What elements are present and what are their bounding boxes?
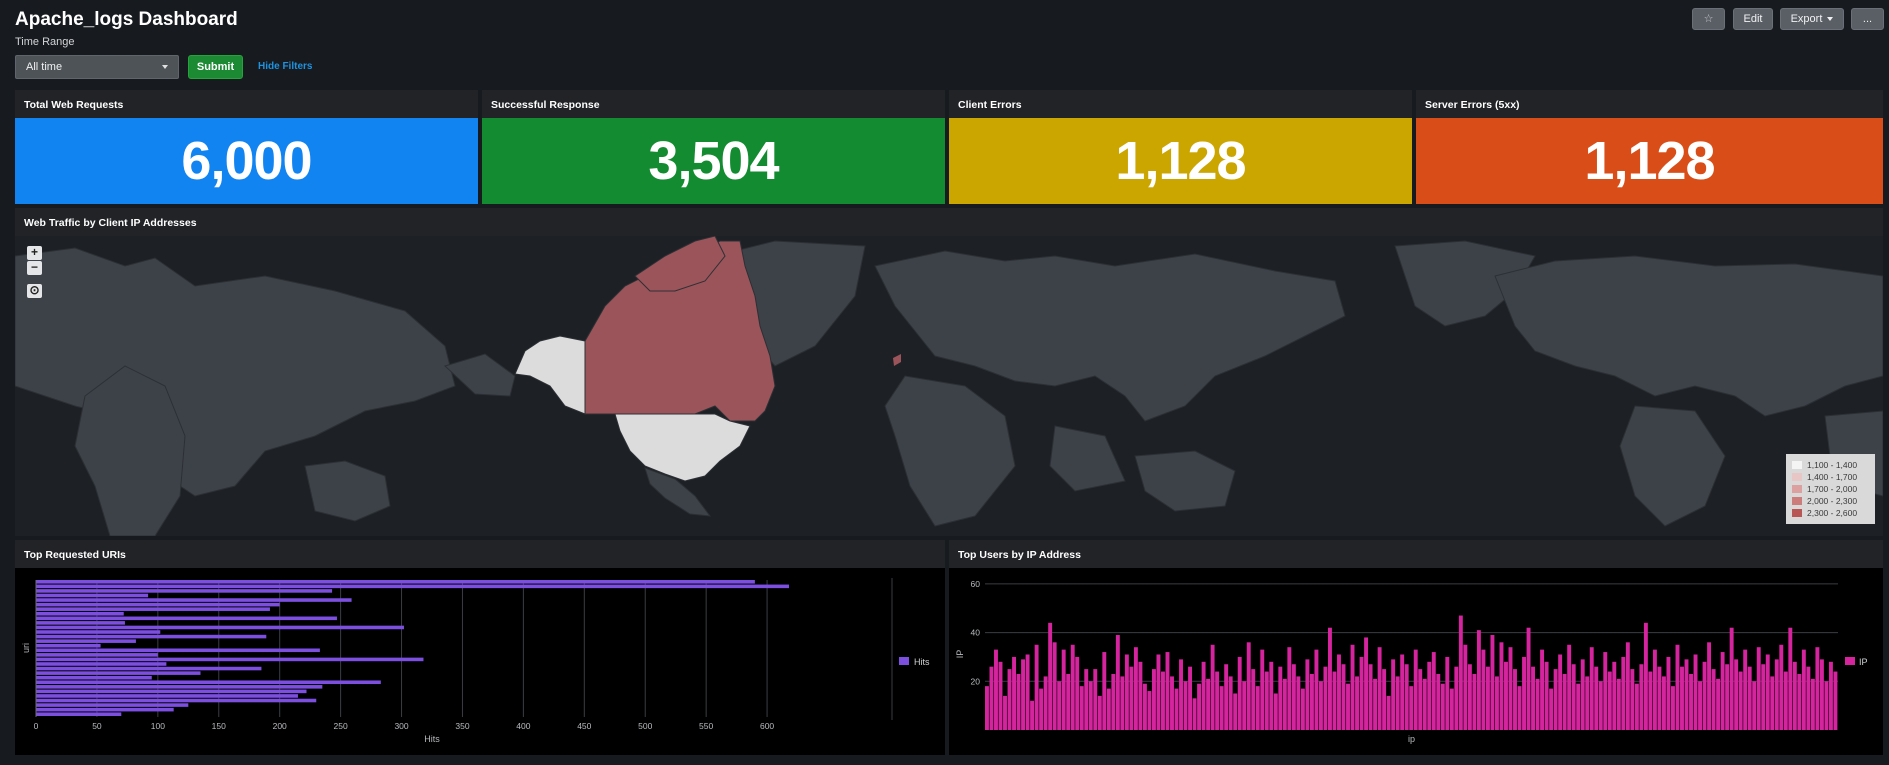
star-icon[interactable]: ☆ [1692,8,1725,30]
legend-swatch [1792,497,1802,505]
time-range-value: All time [26,61,63,73]
zoom-in-button[interactable]: + [27,246,42,260]
chevron-down-icon [162,65,168,69]
kpi-panel-successful-response: Successful Response 3,504 [482,90,945,204]
export-button[interactable]: Export [1780,8,1844,30]
top-uris-panel: Top Requested URIs [15,540,945,755]
map-canvas[interactable] [15,236,1883,536]
map-title: Web Traffic by Client IP Addresses [24,217,197,229]
legend-swatch [1792,509,1802,517]
legend-label: 2,000 - 2,300 [1807,496,1858,506]
legend-label: 1,400 - 1,700 [1807,472,1858,482]
kpi-title: Successful Response [491,99,600,111]
kpi-value: 3,504 [482,118,945,204]
submit-button[interactable]: Submit [188,55,243,79]
zoom-out-button[interactable]: − [27,261,42,275]
time-range-dropdown[interactable]: All time [15,55,179,79]
choropleth-map[interactable]: + − ⊙ 1,100 - 1,400 1,400 - 1,700 1,700 … [15,236,1883,536]
legend-swatch [1792,485,1802,493]
legend-swatch [1792,473,1802,481]
kpi-value: 1,128 [1416,118,1883,204]
kpi-value: 6,000 [15,118,478,204]
legend-row: 1,100 - 1,400 [1792,459,1869,471]
legend-label: 1,700 - 2,000 [1807,484,1858,494]
legend-row: 1,700 - 2,000 [1792,483,1869,495]
legend-row: 1,400 - 1,700 [1792,471,1869,483]
more-options-button[interactable]: ... [1851,8,1884,30]
kpi-title: Total Web Requests [24,99,124,111]
top-users-panel: Top Users by IP Address [949,540,1883,755]
hide-filters-link[interactable]: Hide Filters [258,61,312,72]
legend-swatch [1792,461,1802,469]
map-legend: 1,100 - 1,400 1,400 - 1,700 1,700 - 2,00… [1786,454,1875,524]
kpi-panel-client-errors: Client Errors 1,128 [949,90,1412,204]
kpi-title: Client Errors [958,99,1022,111]
legend-row: 2,300 - 2,600 [1792,507,1869,519]
kpi-title: Server Errors (5xx) [1425,99,1520,111]
reset-view-icon[interactable]: ⊙ [27,284,42,298]
kpi-value: 1,128 [949,118,1412,204]
chart-title: Top Users by IP Address [958,549,1081,561]
chart-title: Top Requested URIs [24,549,126,561]
kpi-panel-total-requests: Total Web Requests 6,000 [15,90,478,204]
export-label: Export [1790,13,1823,25]
legend-row: 2,000 - 2,300 [1792,495,1869,507]
time-range-label: Time Range [15,36,75,48]
page-title: Apache_logs Dashboard [15,9,238,30]
edit-button[interactable]: Edit [1733,8,1773,30]
chevron-down-icon [1827,17,1834,22]
legend-label: 2,300 - 2,600 [1807,508,1858,518]
legend-label: 1,100 - 1,400 [1807,460,1858,470]
kpi-panel-server-errors: Server Errors (5xx) 1,128 [1416,90,1883,204]
dashboard-header: Apache_logs Dashboard Time Range All tim… [0,0,1889,90]
